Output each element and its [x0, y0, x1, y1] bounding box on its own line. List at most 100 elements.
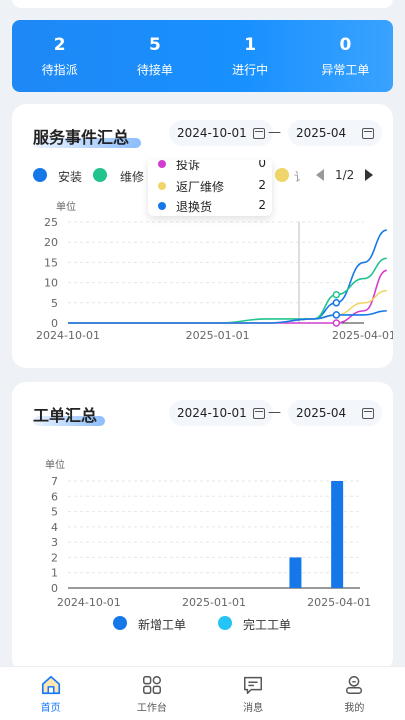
legend-dot-install[interactable]	[33, 168, 47, 182]
tab-label: 工作台	[136, 702, 167, 714]
y-tick-label: 5	[51, 506, 58, 519]
card-title: 服务事件汇总	[33, 128, 130, 147]
stat-value: 5	[148, 34, 161, 55]
tooltip-name: 投诉	[176, 160, 201, 172]
stat-label: 异常工单	[321, 62, 370, 77]
tooltip-value: 2	[258, 198, 266, 212]
date-separator: —	[268, 405, 281, 420]
end-date-value: 2025-04	[296, 406, 347, 420]
y-tick-label: 5	[51, 297, 58, 310]
next-page-icon[interactable]	[364, 168, 374, 182]
start-date-value: 2024-10-01	[177, 126, 247, 140]
y-axis-title: 单位	[56, 200, 76, 213]
stat-pending-assign[interactable]: 2 待指派	[12, 20, 107, 92]
series-point-4	[332, 311, 341, 319]
tooltip-name: 返厂维修	[176, 180, 225, 194]
legend-dot-partial[interactable]	[275, 168, 289, 182]
tab-workbench[interactable]: 工作台	[101, 667, 202, 720]
stats-banner: 2 待指派 5 待接单 1 进行中 0 异常工单	[12, 20, 393, 92]
y-tick-label: 4	[51, 521, 58, 534]
tab-label: 消息	[243, 702, 264, 714]
stat-label: 待指派	[41, 62, 78, 77]
y-tick-label: 20	[44, 236, 58, 249]
legend-dot-done[interactable]	[218, 616, 232, 630]
bar-chart-legend: 新增工单 完工工单	[12, 614, 393, 634]
tooltip-dot	[158, 182, 166, 190]
y-tick-label: 10	[44, 277, 58, 290]
service-line-chart[interactable]: 单位05101520252024-10-01 2025-01-01 2025-04-…	[12, 192, 393, 352]
home-icon	[41, 675, 60, 694]
x-tick-label: 2024-10-01	[57, 596, 121, 609]
x-tick-label: 2024-10-01	[36, 329, 100, 342]
start-date-value: 2024-10-01	[177, 406, 247, 420]
card-title: 工单汇总	[33, 406, 98, 425]
end-date-value: 2025-04	[296, 126, 347, 140]
stat-abnormal[interactable]: 0 异常工单	[298, 20, 393, 92]
calendar-icon	[252, 407, 265, 419]
work-order-card: 工单汇总 2024-10-01 — 2025-04 单位 0 1 2 3 4 5 6 7 2024…	[12, 382, 393, 672]
tab-label: 我的	[344, 702, 365, 714]
x-tick-label: 2025-04-01	[307, 596, 371, 609]
legend-label-repair[interactable]: 维修	[120, 168, 144, 185]
calendar-icon	[362, 407, 375, 419]
stat-value: 0	[339, 34, 352, 55]
tooltip-row: 退换货 2	[158, 198, 266, 214]
x-tick-label: 2025-01-01	[186, 329, 250, 342]
legend-dot-repair[interactable]	[93, 168, 107, 182]
x-tick-label: 2025-01-01	[182, 596, 246, 609]
message-icon	[244, 676, 263, 694]
calendar-icon	[252, 127, 265, 139]
y-axis-title: 单位	[45, 458, 65, 471]
tab-home[interactable]: 首页	[0, 667, 101, 720]
y-tick-label: 0	[51, 582, 58, 595]
date-separator: —	[268, 125, 281, 140]
y-tick-label: 25	[44, 216, 58, 229]
work-order-bar-chart[interactable]: 单位 0 1 2 3 4 5 6 7 2024-10-01 2025-01-01 2025-04-01	[12, 452, 393, 612]
y-tick-label: 2	[51, 551, 58, 564]
series-point-1	[332, 290, 341, 299]
series-point-0	[332, 299, 341, 307]
tooltip-dot	[158, 160, 166, 168]
stat-label: 进行中	[232, 62, 269, 77]
stat-value: 1	[244, 34, 257, 55]
tab-messages[interactable]: 消息	[203, 667, 304, 720]
tab-profile[interactable]: 我的	[304, 667, 405, 720]
stat-label: 待接单	[136, 62, 173, 77]
legend-label-partial: 讠	[294, 170, 307, 184]
x-tick-label: 2025-04-01	[332, 329, 393, 342]
grid-icon	[142, 675, 161, 694]
stat-in-progress[interactable]: 1 进行中	[203, 20, 298, 92]
legend-label-new[interactable]: 新增工单	[138, 616, 186, 633]
tooltip-value: 2	[258, 178, 266, 192]
y-tick-label: 3	[51, 536, 58, 549]
stat-value: 2	[53, 34, 66, 55]
start-date-picker[interactable]: 2024-10-01	[169, 400, 273, 426]
y-tick-label: 15	[44, 256, 58, 269]
tooltip-dot	[158, 202, 166, 210]
legend-dot-new[interactable]	[113, 616, 127, 630]
service-events-card: 服务事件汇总 2024-10-01 — 2025-04 安装 维修 讠 1/2 …	[12, 104, 393, 368]
bar-0-6	[331, 481, 344, 588]
tooltip-value: 0	[258, 160, 266, 170]
stat-pending-accept[interactable]: 5 待接单	[107, 20, 202, 92]
previous-card-edge	[12, 0, 393, 8]
chart-tooltip: 投诉 0 返厂维修 2 退换货 2	[148, 160, 272, 216]
y-tick-label: 7	[51, 475, 58, 488]
calendar-icon	[362, 127, 375, 139]
tooltip-row: 返厂维修 2	[158, 178, 266, 194]
prev-page-icon[interactable]	[315, 168, 325, 182]
legend-pager: 1/2	[335, 168, 355, 182]
start-date-picker[interactable]: 2024-10-01	[169, 120, 273, 146]
end-date-picker[interactable]: 2025-04	[288, 120, 383, 146]
tab-label: 首页	[40, 702, 61, 714]
y-tick-label: 6	[51, 490, 58, 503]
bottom-tab-bar: 首页 工作台 消息 我的	[0, 666, 405, 720]
legend-label-done[interactable]: 完工工单	[243, 616, 291, 633]
user-icon	[346, 675, 363, 694]
tooltip-row: 投诉 0	[158, 160, 266, 172]
y-tick-label: 1	[51, 567, 58, 580]
legend-label-install[interactable]: 安装	[58, 168, 82, 185]
end-date-picker[interactable]: 2025-04	[288, 400, 383, 426]
tooltip-name: 退换货	[176, 200, 213, 214]
series-point-2	[332, 319, 341, 327]
